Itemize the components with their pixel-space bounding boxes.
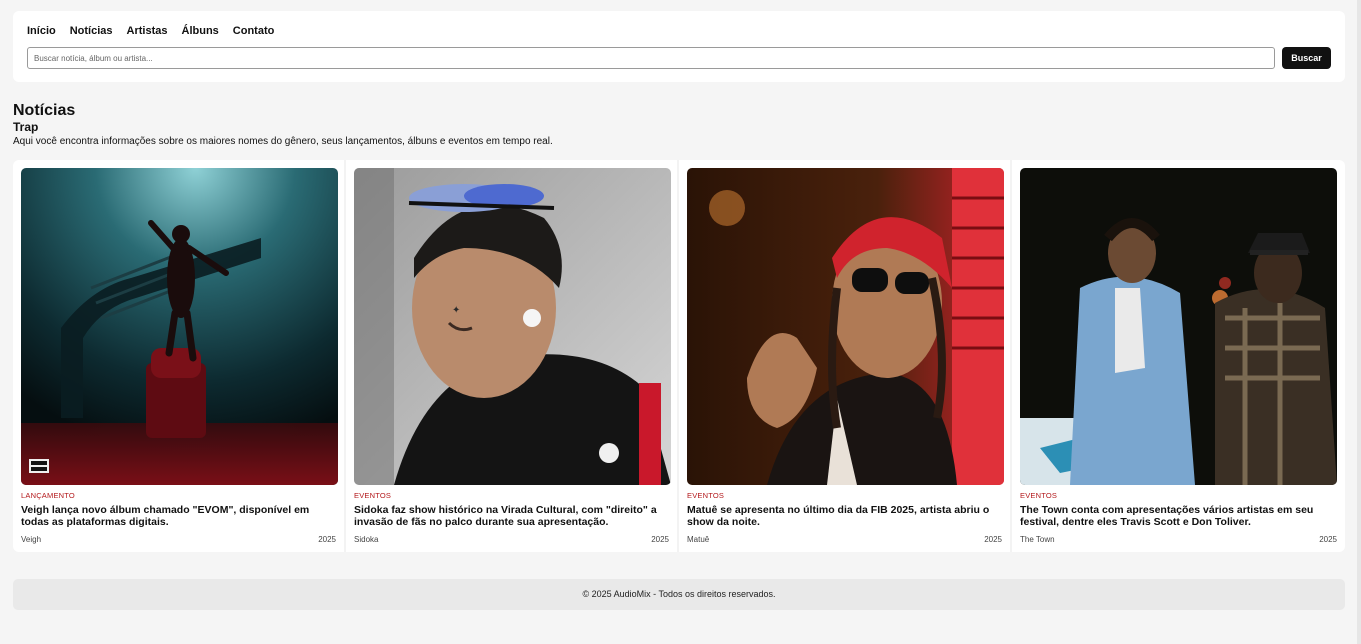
news-year: 2025 [1319,535,1337,544]
news-headline[interactable]: Sidoka faz show histórico na Virada Cult… [354,504,666,528]
svg-text:✦: ✦ [452,305,460,316]
page-scrollbar[interactable] [1357,0,1361,644]
album-cover-image [21,168,338,485]
site-footer: © 2025 AudioMix - Todos os direitos rese… [13,579,1345,610]
section-description: Aqui você encontra informações sobre os … [13,136,553,147]
page-title: Notícias [13,102,76,119]
news-year: 2025 [651,535,669,544]
news-card[interactable]: EVENTOS Matuê se apresenta no último dia… [679,160,1012,552]
search-button[interactable]: Buscar [1282,47,1331,69]
news-image-album-cover[interactable] [21,168,338,485]
news-category-badge: EVENTOS [687,491,725,500]
news-headline[interactable]: Veigh lança novo álbum chamado "EVOM", d… [21,504,333,528]
search-input[interactable] [27,47,1275,69]
news-artist: The Town [1020,535,1055,544]
news-card[interactable]: ✦ EVENTOS Sidoka faz show histórico na V… [346,160,679,552]
news-year: 2025 [984,535,1002,544]
news-meta: Matuê 2025 [687,535,1002,544]
news-card[interactable]: LANÇAMENTO Veigh lança novo álbum chamad… [13,160,346,552]
news-year: 2025 [318,535,336,544]
portrait-image [687,168,1004,485]
news-artist: Veigh [21,535,42,544]
news-card[interactable]: EVENTOS The Town conta com apresentações… [1012,160,1345,552]
news-image-portrait[interactable]: ✦ [354,168,671,485]
nav-link-artistas[interactable]: Artistas [127,25,168,37]
news-grid: LANÇAMENTO Veigh lança novo álbum chamad… [13,160,1345,552]
search-bar: Buscar [27,47,1332,69]
news-category-badge: EVENTOS [354,491,392,500]
news-section-header: Notícias Trap Aqui você encontra informa… [13,102,553,149]
news-meta: The Town 2025 [1020,535,1337,544]
news-meta: Sidoka 2025 [354,535,669,544]
news-headline[interactable]: The Town conta com apresentações vários … [1020,504,1332,528]
news-category-badge: LANÇAMENTO [21,491,75,500]
genre-subtitle: Trap [13,120,39,134]
main-nav: Início Notícias Artistas Álbuns Contato [27,25,288,37]
nav-link-inicio[interactable]: Início [27,25,56,37]
portrait-image: ✦ [354,168,671,485]
news-image-portrait[interactable] [687,168,1004,485]
news-artist: Sidoka [354,535,379,544]
nav-link-noticias[interactable]: Notícias [70,25,113,37]
nav-link-albuns[interactable]: Álbuns [182,25,219,37]
site-header: Início Notícias Artistas Álbuns Contato … [13,11,1345,82]
news-category-badge: EVENTOS [1020,491,1058,500]
news-headline[interactable]: Matuê se apresenta no último dia da FIB … [687,504,999,528]
nav-link-contato[interactable]: Contato [233,25,275,37]
news-image-artists[interactable] [1020,168,1337,485]
copyright-text: © 2025 AudioMix - Todos os direitos rese… [582,589,776,599]
artists-photo-image [1020,168,1337,485]
news-meta: Veigh 2025 [21,535,336,544]
news-artist: Matuê [687,535,710,544]
